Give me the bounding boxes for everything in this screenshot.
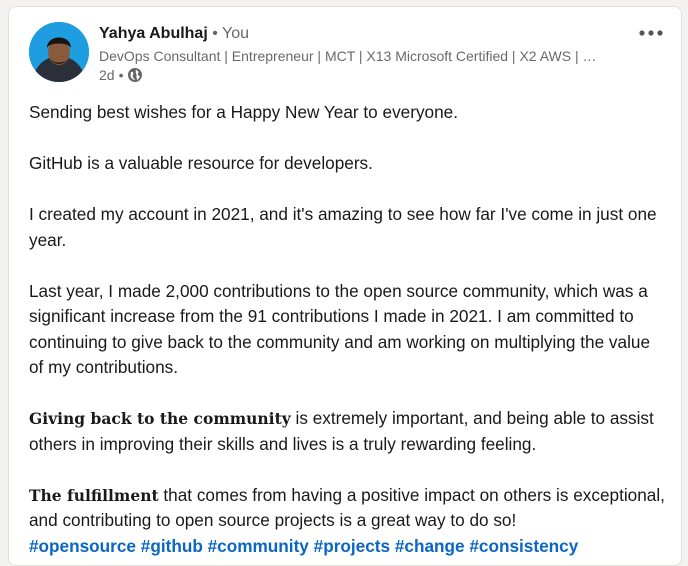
hashtag-list: #opensource #github #community #projects… [29, 534, 669, 560]
post-meta: 2d • [99, 66, 639, 84]
avatar-photo [29, 22, 89, 82]
globe-icon [127, 67, 143, 83]
hashtag-opensource[interactable]: #opensource [29, 536, 136, 556]
author-name-row: Yahya Abulhaj • You [99, 22, 639, 46]
giving-back-bold: Giving back to the community [29, 409, 291, 428]
post-time: 2d [99, 67, 115, 83]
post-header: Yahya Abulhaj • You DevOps Consultant | … [99, 22, 639, 84]
paragraph-contributions: Last year, I made 2,000 contributions to… [29, 280, 650, 378]
name-separator: • [212, 25, 218, 42]
paragraph-fulfillment: The fulfillment that comes from having a… [29, 483, 669, 534]
paragraph-greeting: Sending best wishes for a Happy New Year… [29, 102, 458, 122]
more-horizontal-icon [639, 30, 663, 36]
hashtag-consistency[interactable]: #consistency [469, 536, 578, 556]
paragraph-account: I created my account in 2021, and it's a… [29, 204, 657, 250]
time-separator: • [118, 67, 124, 83]
fulfillment-bold: The fulfillment [29, 485, 159, 505]
author-name[interactable]: Yahya Abulhaj [99, 25, 208, 42]
paragraph-github: GitHub is a valuable resource for develo… [29, 153, 373, 173]
author-avatar[interactable] [29, 22, 89, 82]
hashtag-projects[interactable]: #projects [314, 536, 390, 556]
paragraph-giving-back: Giving back to the community is extremel… [29, 406, 669, 457]
post-body: Sending best wishes for a Happy New Year… [29, 100, 669, 559]
author-relation: You [222, 25, 249, 42]
hashtag-change[interactable]: #change [395, 536, 465, 556]
post-card: Yahya Abulhaj • You DevOps Consultant | … [8, 6, 682, 566]
more-options-button[interactable] [635, 21, 667, 45]
hashtag-community[interactable]: #community [208, 536, 309, 556]
author-headline: DevOps Consultant | Entrepreneur | MCT |… [99, 48, 597, 64]
hashtag-github[interactable]: #github [141, 536, 203, 556]
